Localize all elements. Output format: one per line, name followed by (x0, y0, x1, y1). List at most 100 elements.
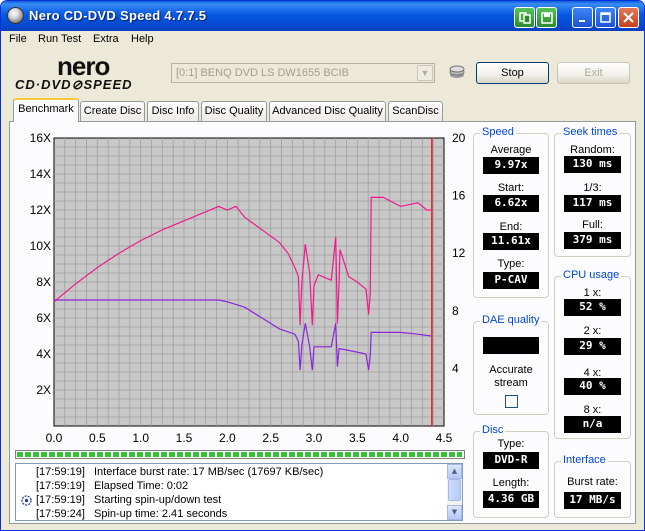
speed-start-label: Start: (497, 182, 525, 194)
menu-extra[interactable]: Extra (93, 33, 119, 45)
y-right-tick-label: 20 (452, 131, 466, 145)
speed-group: Speed Average 9.97x Start: 6.62x End: 11… (473, 126, 549, 298)
tab-disc-info[interactable]: Disc Info (147, 101, 199, 121)
log-list[interactable]: [17:59:19] Interface burst rate: 17 MB/s… (15, 463, 463, 521)
speed-type-label: Type: (497, 258, 525, 270)
refresh-icon[interactable] (447, 62, 467, 82)
speed-end-value: 11.61x (483, 233, 539, 250)
y-left-tick-label: 10X (30, 239, 51, 253)
speed-type-value: P-CAV (483, 272, 539, 289)
x-tick-label: 3.5 (349, 431, 366, 445)
speed-group-title: Speed (480, 126, 516, 138)
y-right-tick-label: 8 (452, 304, 459, 318)
cpu-usage-group: CPU usage 1 x: 52 % 2 x: 29 % 4 x: 40 % … (554, 269, 631, 439)
x-tick-label: 0.0 (46, 431, 63, 445)
disc-length-value: 4.36 GB (483, 491, 539, 508)
burst-rate-value: 17 MB/s (564, 492, 621, 509)
cpu-1x-label: 1 x: (583, 287, 602, 299)
seek-random-label: Random: (570, 144, 615, 156)
benchmark-chart: 0.0 0.5 1.0 1.5 2.0 2.5 3.0 3.5 4.0 4.5 2X 4X 6X 8X 10… (30, 131, 466, 445)
stop-button[interactable]: Stop (476, 62, 549, 84)
disc-type-value: DVD-R (483, 452, 539, 469)
minimize-button[interactable] (572, 7, 593, 28)
y-left-tick-label: 2X (36, 383, 51, 397)
cpu-4x-value: 40 % (564, 378, 621, 395)
seek-times-group: Seek times Random: 130 ms 1/3: 117 ms Fu… (554, 126, 631, 257)
nero-logo: nero CD·DVD⊘SPEED (15, 51, 133, 92)
drive-select-value: [0:1] BENQ DVD LS DW1655 BCIB (176, 67, 350, 79)
interface-group-title: Interface (561, 454, 608, 466)
tab-advanced-disc-quality[interactable]: Advanced Disc Quality (269, 101, 386, 121)
x-tick-label: 1.5 (176, 431, 193, 445)
close-button[interactable] (618, 7, 639, 28)
seek-times-group-title: Seek times (561, 126, 620, 138)
disc-length-label: Length: (492, 477, 530, 489)
drive-select[interactable]: [0:1] BENQ DVD LS DW1655 BCIB ▼ (171, 63, 435, 83)
x-tick-label: 0.5 (89, 431, 106, 445)
disc-group: Disc Type: DVD-R Length: 4.36 GB (473, 424, 549, 518)
tab-create-disc[interactable]: Create Disc (80, 101, 145, 121)
seek-full-value: 379 ms (564, 232, 621, 249)
log-scrollbar[interactable]: ▲ ▼ (447, 464, 462, 520)
y-left-tick-label: 6X (36, 311, 51, 325)
gear-icon (21, 495, 32, 506)
copy-icon[interactable] (514, 7, 535, 28)
speed-end-label: End: (499, 221, 523, 233)
menu-bar: File Run Test Extra Help (1, 31, 644, 49)
tab-scandisc[interactable]: ScanDisc (388, 101, 443, 121)
burst-rate-label: Burst rate: (567, 476, 618, 488)
seek-third-value: 117 ms (564, 195, 621, 212)
tab-benchmark[interactable]: Benchmark (13, 98, 79, 122)
menu-file[interactable]: File (9, 33, 27, 45)
menu-help[interactable]: Help (131, 33, 154, 45)
accurate-stream-checkbox[interactable] (505, 395, 518, 408)
x-tick-label: 2.0 (219, 431, 236, 445)
save-icon[interactable] (536, 7, 557, 28)
x-tick-label: 1.0 (132, 431, 149, 445)
maximize-button[interactable] (595, 7, 616, 28)
cpu-2x-value: 29 % (564, 338, 621, 355)
tab-disc-quality[interactable]: Disc Quality (201, 101, 267, 121)
exit-button[interactable]: Exit (557, 62, 630, 84)
speed-average-value: 9.97x (483, 157, 539, 174)
seek-third-label: 1/3: (583, 182, 602, 194)
progress-fill (17, 452, 463, 457)
app-window: Nero CD-DVD Speed 4.7.7.5 File Run Test … (0, 0, 645, 531)
y-right-tick-label: 12 (452, 246, 466, 260)
disc-type-label: Type: (497, 438, 525, 450)
cd-icon (7, 7, 24, 24)
speed-start-value: 6.62x (483, 195, 539, 212)
scroll-up-icon[interactable]: ▲ (447, 464, 462, 479)
accurate-stream-label-2: stream (494, 377, 528, 389)
y-left-tick-label: 4X (36, 347, 51, 361)
window-title: Nero CD-DVD Speed 4.7.7.5 (29, 8, 207, 23)
interface-group: Interface Burst rate: 17 MB/s (554, 454, 631, 518)
seek-full-label: Full: (582, 219, 603, 231)
x-tick-label: 4.5 (436, 431, 453, 445)
cpu-usage-group-title: CPU usage (561, 269, 622, 281)
disc-group-title: Disc (480, 424, 506, 436)
y-left-tick-label: 16X (30, 131, 51, 145)
y-right-tick-label: 4 (452, 361, 459, 375)
cpu-8x-label: 8 x: (583, 404, 602, 416)
y-left-tick-label: 8X (36, 275, 51, 289)
progress-bar (15, 450, 465, 459)
scroll-thumb[interactable] (448, 479, 461, 501)
cpu-8x-value: n/a (564, 416, 621, 433)
x-tick-label: 3.0 (306, 431, 323, 445)
accurate-stream-label: Accurate (489, 364, 533, 376)
seek-random-value: 130 ms (564, 156, 621, 173)
dae-quality-value (483, 337, 539, 354)
dae-quality-group-title: DAE quality (480, 314, 542, 326)
y-left-tick-label: 14X (30, 167, 51, 181)
scroll-down-icon[interactable]: ▼ (447, 505, 462, 520)
x-tick-label: 2.5 (262, 431, 279, 445)
cpu-2x-label: 2 x: (583, 325, 602, 337)
speed-average-label: Average (490, 144, 532, 156)
y-left-tick-label: 12X (30, 203, 51, 217)
menu-run-test[interactable]: Run Test (38, 33, 81, 45)
title-bar[interactable]: Nero CD-DVD Speed 4.7.7.5 (1, 1, 644, 31)
x-tick-label: 4.0 (392, 431, 409, 445)
chevron-down-icon[interactable]: ▼ (417, 65, 433, 81)
dae-quality-group: DAE quality Accurate stream (473, 314, 549, 415)
